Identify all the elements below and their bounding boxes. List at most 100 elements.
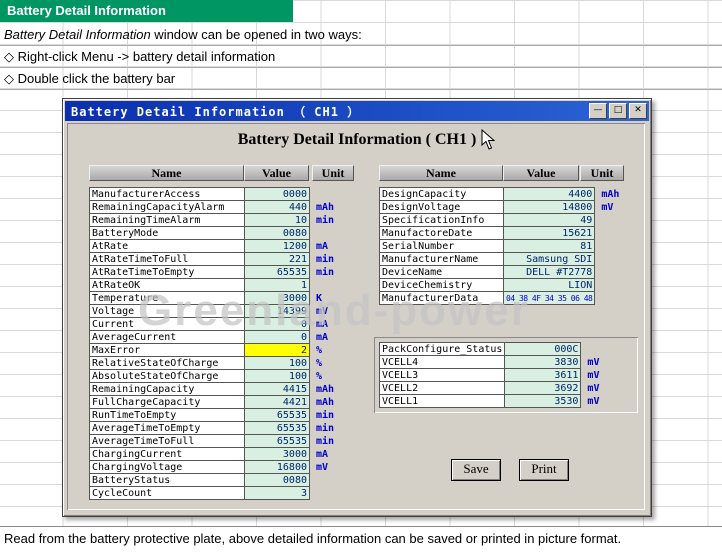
value-cell: 3611	[504, 368, 582, 382]
table-row: SerialNumber 81	[379, 239, 643, 253]
table-row: DesignCapacity 4400 mAh	[379, 187, 643, 201]
window-controls: — □ ✕	[587, 103, 649, 119]
name-cell: RunTimeToEmpty	[89, 408, 245, 422]
name-cell: AbsoluteStateOfCharge	[89, 369, 245, 383]
table-row: ChargingVoltage 16800 mV	[89, 460, 355, 474]
table-row: PackConfigure_Status 000C	[378, 342, 629, 356]
dialog-titlebar[interactable]: Battery Detail Information （ CH1 ） — □ ✕	[65, 101, 649, 121]
value-cell: 000C	[504, 342, 582, 356]
name-cell: AverageTimeToEmpty	[89, 421, 245, 435]
dialog-title: Battery Detail Information （ CH1 ）	[71, 104, 361, 119]
value-cell: 49	[502, 213, 596, 227]
minimize-icon[interactable]: —	[589, 103, 607, 119]
value-cell: 04 38 4F 34 35 06 48	[502, 291, 596, 305]
unit-cell: mAh	[316, 383, 335, 395]
right-header-value: Value	[503, 165, 579, 181]
table-row: VCELL3 3611 mV	[378, 368, 629, 382]
unit-cell: mA	[316, 448, 329, 460]
unit-cell: min	[316, 422, 335, 434]
unit-cell	[595, 279, 643, 292]
right-header-unit: Unit	[580, 165, 624, 181]
name-cell: BatteryStatus	[89, 473, 245, 487]
unit-cell: min	[316, 435, 335, 447]
unit-cell	[595, 292, 643, 305]
right-header-name: Name	[379, 165, 503, 181]
name-cell: DesignCapacity	[379, 187, 504, 201]
table-row: BatteryMode 0080	[89, 226, 355, 240]
table-row: ManufacturerAccess 0000	[89, 187, 355, 201]
name-cell: PackConfigure_Status	[378, 342, 506, 356]
table-row: AtRateTimeToEmpty 65535 min	[89, 265, 355, 279]
unit-cell	[595, 214, 643, 227]
left-header-name: Name	[89, 165, 244, 181]
name-cell: ChargingCurrent	[89, 447, 245, 461]
name-cell: DeviceChemistry	[379, 278, 504, 292]
unit-cell	[310, 188, 355, 201]
name-cell: DesignVoltage	[379, 200, 504, 214]
cell-voltage-table: PackConfigure_Status 000C VCELL4 3830 mV VCEL…	[378, 342, 629, 408]
value-cell: 14800	[502, 200, 596, 214]
unit-cell: mAh	[601, 188, 620, 200]
value-cell: 4415	[244, 382, 310, 396]
save-button[interactable]: Save	[451, 459, 501, 481]
table-row: AtRate 1200 mA	[89, 239, 355, 253]
unit-cell: min	[316, 266, 335, 278]
value-cell: 3	[244, 486, 310, 500]
name-cell: ManufacturerData	[379, 291, 504, 305]
table-row: AverageCurrent 0 mA	[89, 330, 355, 344]
intro-rest-text: window can be opened in two ways:	[150, 27, 362, 42]
table-row: AbsoluteStateOfCharge 100%	[89, 369, 355, 383]
table-row: RemainingTimeAlarm 10 min	[89, 213, 355, 227]
name-cell: SerialNumber	[379, 239, 504, 253]
name-cell: FullChargeCapacity	[89, 395, 245, 409]
dialog-heading: Battery Detail Information ( CH1 )	[237, 131, 477, 148]
unit-cell: mV	[601, 201, 614, 213]
table-row: DesignVoltage 14800 mV	[379, 200, 643, 214]
print-button[interactable]: Print	[519, 459, 569, 481]
value-cell: 4400	[502, 187, 596, 201]
value-cell: 1	[244, 278, 310, 292]
close-icon[interactable]: ✕	[629, 103, 647, 119]
bullet-right-click: ◇ Right-click Menu -> battery detail inf…	[0, 46, 722, 68]
table-row: RemainingCapacityAlarm 440 mAh	[89, 200, 355, 214]
unit-cell: min	[316, 253, 335, 265]
name-cell: RemainingCapacity	[89, 382, 245, 396]
name-cell: RelativeStateOfCharge	[89, 356, 245, 370]
value-cell: 65535	[244, 265, 310, 279]
unit-cell: mV	[316, 461, 329, 473]
value-cell: 440	[244, 200, 310, 214]
mouse-cursor-icon	[481, 128, 496, 155]
unit-cell	[310, 279, 355, 292]
table-row: FullChargeCapacity 4421 mAh	[89, 395, 355, 409]
name-cell: VCELL1	[378, 394, 506, 408]
value-cell: 65535	[244, 434, 310, 448]
value-cell: 16800	[244, 460, 310, 474]
name-cell: AverageCurrent	[89, 330, 245, 344]
battery-status-table: ManufacturerAccess 0000 RemainingCapacityA…	[89, 187, 355, 500]
unit-cell	[310, 227, 355, 240]
unit-cell: min	[316, 409, 335, 421]
value-cell: 15621	[502, 226, 596, 240]
value-cell: 65535	[244, 421, 310, 435]
value-cell: 10	[244, 213, 310, 227]
value-cell: 14399	[244, 304, 310, 318]
name-cell: VCELL4	[378, 355, 506, 369]
unit-cell: min	[316, 214, 335, 226]
unit-cell: mV	[587, 395, 600, 407]
name-cell: VCELL2	[378, 381, 506, 395]
unit-cell: mAh	[316, 201, 335, 213]
unit-cell: mV	[316, 305, 329, 317]
maximize-icon[interactable]: □	[609, 103, 627, 119]
unit-cell: %	[316, 357, 323, 369]
name-cell: SpecificationInfo	[379, 213, 504, 227]
value-cell: 3000	[244, 447, 310, 461]
name-cell: AtRateTimeToFull	[89, 252, 245, 266]
value-cell: 0080	[244, 473, 310, 487]
unit-cell	[595, 266, 643, 279]
left-header-value: Value	[244, 165, 309, 181]
table-row: ManufacturerData 04 38 4F 34 35 06 48	[379, 291, 643, 305]
name-cell: AtRateOK	[89, 278, 245, 292]
table-row: VCELL1 3530 mV	[378, 394, 629, 408]
name-cell: ChargingVoltage	[89, 460, 245, 474]
table-row: Current 0 mA	[89, 317, 355, 331]
